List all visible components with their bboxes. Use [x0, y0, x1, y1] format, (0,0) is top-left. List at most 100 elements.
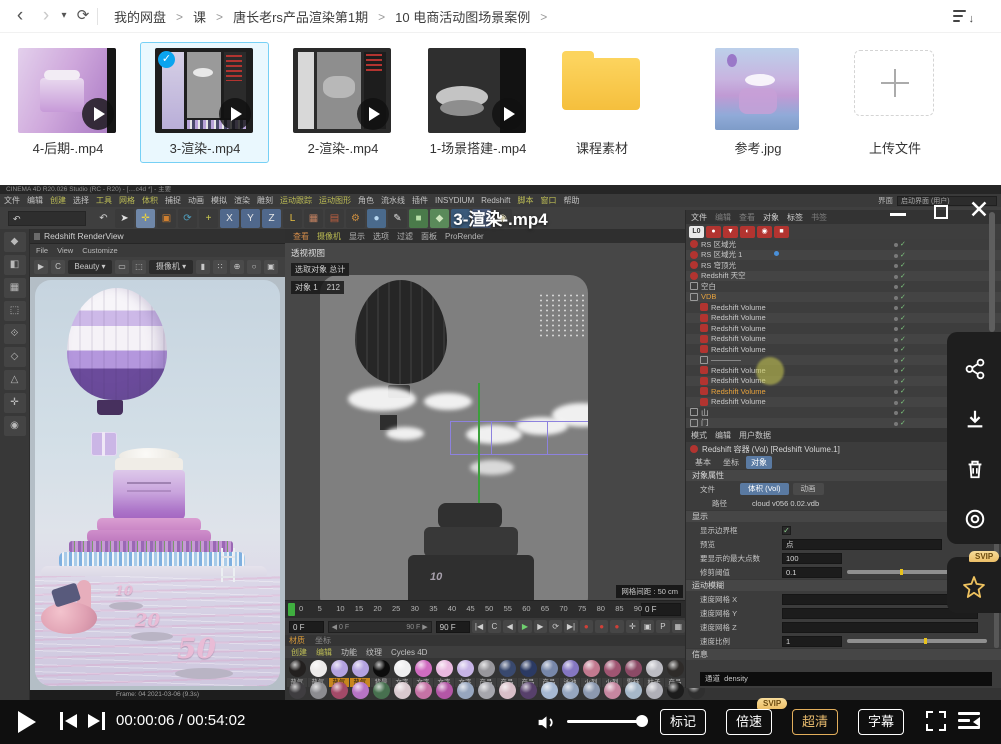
- grid-icon: ∷: [213, 260, 227, 274]
- solo-icon: ●: [706, 226, 721, 238]
- object-toggles: ✓: [894, 377, 920, 385]
- sort-icon[interactable]: ↓: [953, 7, 973, 25]
- share-icon[interactable]: [964, 358, 986, 380]
- goto-end-icon: ▶|: [564, 620, 577, 633]
- timeline-tick: 55: [504, 604, 512, 613]
- number-field: 100: [782, 553, 842, 564]
- timeline-tick: 30: [411, 604, 419, 613]
- null-object-icon: [690, 282, 698, 290]
- light-object-icon: [690, 240, 698, 248]
- breadcrumb-item[interactable]: 10 电商活动图场景案例: [393, 7, 532, 26]
- visible-check-icon: ✓: [900, 314, 906, 322]
- object-toggles: ✓: [894, 366, 920, 374]
- attribute-tab: 坐标: [718, 456, 744, 469]
- delete-icon[interactable]: [964, 458, 986, 480]
- star-collect-icon[interactable]: [962, 575, 984, 597]
- mark-button[interactable]: 标记: [660, 709, 706, 735]
- renderview-menu-item: Customize: [82, 246, 117, 255]
- volume-slider[interactable]: [567, 720, 643, 723]
- c4d-left-toolbar: ◆◧▦⬚⟐◇△✛◉: [0, 229, 30, 700]
- path-value: cloud v056 0.02.vdb: [752, 499, 819, 508]
- enable-dot: [894, 338, 898, 342]
- file-card[interactable]: 上传文件: [845, 34, 943, 185]
- breadcrumb-separator: >: [216, 10, 223, 24]
- snapshot-icon: ▭: [115, 260, 129, 274]
- object-toggles: ✓: [894, 398, 920, 406]
- quality-button[interactable]: 超清: [792, 709, 838, 735]
- enable-dot: [894, 296, 898, 300]
- refresh-icon: C: [51, 260, 65, 274]
- breadcrumb-separator: >: [378, 10, 385, 24]
- maximize-button[interactable]: [934, 205, 948, 219]
- visible-check-icon: ✓: [900, 356, 906, 364]
- grid-spacing-label: 网格间距 : 50 cm: [616, 585, 683, 598]
- viewport-menu-item: 显示: [349, 231, 365, 242]
- material-ball: [394, 660, 411, 677]
- material-tab: 坐标: [315, 635, 331, 646]
- material-swatch: 花: [392, 681, 412, 700]
- solo-hier-icon: ◐: [740, 226, 755, 238]
- cream-jar: [113, 448, 185, 520]
- history-dropdown-icon[interactable]: ▾: [56, 0, 72, 33]
- object-row: RS 区域光 1✓: [686, 250, 1001, 261]
- breadcrumb-item[interactable]: 唐长老rs产品渲染第1期: [231, 7, 370, 26]
- material-ball: [289, 682, 306, 699]
- volume-icon[interactable]: [536, 712, 557, 738]
- material-ball: [373, 660, 390, 677]
- minimize-button[interactable]: [890, 213, 906, 216]
- material-ball: [415, 682, 432, 699]
- material-ball: [436, 660, 453, 677]
- forward-icon[interactable]: ›: [34, 0, 58, 33]
- close-button[interactable]: ✕: [966, 197, 992, 223]
- playlist-icon[interactable]: [958, 712, 980, 730]
- breadcrumb-item[interactable]: 课: [191, 7, 208, 26]
- material-swatch: 白子: [434, 681, 454, 700]
- video-player[interactable]: CINEMA 4D R20.026 Studio (RC - R20) - [.…: [0, 185, 1001, 700]
- volume-object-icon: [700, 335, 708, 343]
- presenter-cursor-highlight: [756, 357, 784, 385]
- object-label: Redshift Volume: [711, 313, 766, 322]
- target-icon: ⊕: [230, 260, 244, 274]
- play-forward-icon: ▶: [518, 620, 531, 633]
- breadcrumb-separator: >: [176, 10, 183, 24]
- anim-tab-button: 动画: [793, 483, 824, 495]
- volume-object-icon: [700, 324, 708, 332]
- object-label: RS 区域光: [701, 239, 736, 250]
- cube-icon: ■: [409, 209, 428, 228]
- download-icon[interactable]: [964, 408, 986, 430]
- cake-dot: [739, 88, 777, 114]
- visible-check-icon: ✓: [900, 366, 906, 374]
- render-strip: [298, 52, 314, 129]
- fullscreen-icon[interactable]: [926, 711, 946, 731]
- c4d-titlebar: CINEMA 4D R20.026 Studio (RC - R20) - [.…: [0, 185, 1001, 194]
- refresh-icon[interactable]: ⟳: [72, 0, 94, 33]
- play-icon: ▶: [34, 260, 48, 274]
- volume-knob[interactable]: [636, 715, 648, 727]
- enable-dot: [894, 306, 898, 310]
- visible-check-icon: ✓: [900, 408, 906, 416]
- volume-object-icon: [700, 387, 708, 395]
- null-object-icon: [690, 293, 698, 301]
- file-card[interactable]: 2-渲染-.mp4: [293, 34, 391, 185]
- play-button[interactable]: [18, 711, 36, 733]
- file-card[interactable]: ✓3-渲染-.mp4: [155, 34, 253, 185]
- subtitles-button[interactable]: 字幕: [858, 709, 904, 735]
- flamingo-float: [41, 580, 103, 636]
- layer-color-dot: [774, 251, 779, 256]
- file-card[interactable]: 参考.jpg: [708, 34, 806, 185]
- file-card[interactable]: 4-后期-.mp4: [18, 34, 116, 185]
- back-icon[interactable]: ‹: [8, 0, 32, 33]
- speed-button[interactable]: 倍速: [726, 709, 772, 735]
- upload-dropzone[interactable]: [854, 50, 934, 116]
- file-card[interactable]: 1-场景搭建-.mp4: [428, 34, 526, 185]
- render-frame: 10 20 50: [35, 280, 280, 686]
- object-label: Redshift 天空: [701, 270, 746, 281]
- file-card[interactable]: 课程素材: [552, 34, 650, 185]
- breadcrumb-item[interactable]: 我的网盘: [112, 7, 168, 26]
- next-frame-icon: ▶: [534, 620, 547, 633]
- material-ball: [457, 682, 474, 699]
- c4d-menu-item: 工具: [96, 195, 112, 206]
- side-toolbar: [947, 332, 1001, 544]
- material-ball: [331, 660, 348, 677]
- record-gif-icon[interactable]: [964, 508, 986, 530]
